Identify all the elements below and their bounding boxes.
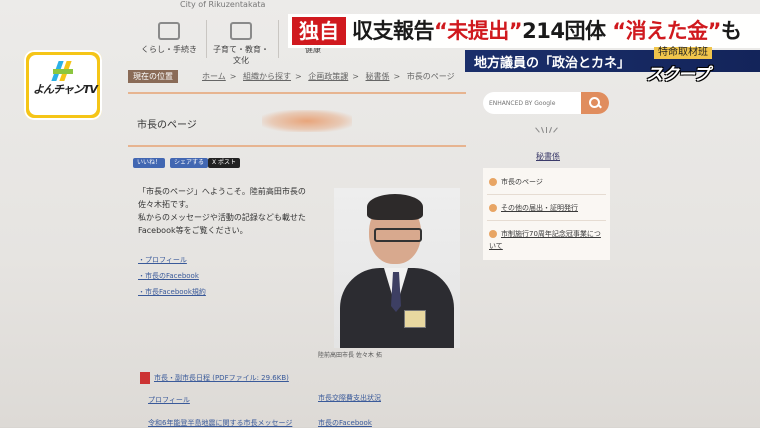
breadcrumb-org[interactable]: 組織から探す bbox=[243, 72, 291, 81]
home-icon bbox=[158, 22, 180, 40]
arrow-icon bbox=[489, 178, 497, 186]
sidebar-divider bbox=[487, 194, 606, 195]
scoop-label: 特命取材班 bbox=[654, 47, 712, 59]
arrow-icon bbox=[489, 230, 497, 238]
exclusive-tag: 独自 bbox=[292, 17, 346, 45]
sidebar-item-label: 市制施行70周年記念冠事業について bbox=[489, 230, 601, 250]
title-rule-top bbox=[128, 92, 466, 94]
breadcrumb-home[interactable]: ホーム bbox=[202, 72, 226, 81]
nav-item-label: くらし・手続き bbox=[141, 45, 197, 54]
sublink-expenses[interactable]: 市長交際費支出状況 bbox=[318, 393, 381, 403]
blurred-region bbox=[262, 110, 352, 132]
sidebar-section-title[interactable]: 秘書係 bbox=[536, 151, 560, 162]
breadcrumb-sep: > bbox=[295, 72, 302, 81]
title-rule-bottom bbox=[128, 145, 466, 147]
pdf-link[interactable]: 市長・副市長日程 (PDFファイル: 29.6KB) bbox=[140, 372, 289, 384]
channel-mark-icon bbox=[51, 61, 75, 83]
sidebar-item-mayor-page[interactable]: 市長のページ bbox=[489, 177, 543, 187]
sidebar-menu: 市長のページ その他の届出・証明発行 市制施行70周年記念冠事業について bbox=[483, 168, 610, 260]
search-input[interactable] bbox=[483, 92, 581, 114]
link-profile[interactable]: ・プロフィール bbox=[138, 252, 206, 268]
arrow-icon bbox=[489, 204, 497, 212]
channel-logo: よんチャンTV bbox=[24, 50, 102, 120]
nav-divider bbox=[206, 20, 207, 58]
family-icon bbox=[230, 22, 252, 40]
scoop-title: スクープ bbox=[646, 65, 710, 85]
headline-part-red: “未提出” bbox=[434, 19, 523, 43]
page-title: 市長のページ bbox=[137, 120, 197, 131]
headline: 収支報告“未提出”214団体 “消えた金”も bbox=[352, 17, 742, 45]
breadcrumb-sep: > bbox=[352, 72, 359, 81]
headline-part: 214団体 bbox=[522, 19, 613, 43]
headline-part: 収支報告 bbox=[352, 19, 435, 43]
mayor-portrait bbox=[334, 188, 460, 348]
breadcrumb-sep: > bbox=[229, 72, 237, 81]
sidebar-item-certificates[interactable]: その他の届出・証明発行 bbox=[489, 203, 578, 213]
breadcrumb-policy[interactable]: 企画政策課 bbox=[308, 72, 348, 81]
headline-part: も bbox=[720, 19, 742, 43]
portrait-badge bbox=[404, 310, 426, 328]
site-city-name: City of Rikuzentakata bbox=[180, 0, 266, 9]
intro-line: 私からのメッセージや活動の記録なども載せたFacebook等をご覧ください。 bbox=[138, 213, 306, 235]
nav-item-label: 子育て・教育・文化 bbox=[213, 45, 269, 65]
pdf-link-label: 市長・副市長日程 (PDFファイル: 29.6KB) bbox=[154, 374, 289, 382]
portrait-glasses bbox=[374, 228, 422, 242]
breadcrumb-tag: 現在の位置 bbox=[128, 70, 178, 83]
nav-item-living[interactable]: くらし・手続き bbox=[138, 22, 200, 55]
sidebar-divider bbox=[487, 220, 606, 221]
pdf-icon bbox=[140, 372, 150, 384]
search-button[interactable] bbox=[581, 92, 609, 114]
link-facebook-terms[interactable]: ・市長Facebook規約 bbox=[138, 284, 206, 300]
headline-part-red: “消えた金” bbox=[612, 19, 721, 43]
breadcrumb-links: ホーム > 組織から探す > 企画政策課 > 秘書係 > 市長のページ bbox=[202, 71, 459, 82]
intro-line: 「市長のページ」へようこそ。陸前高田市長の佐々木拓です。 bbox=[138, 187, 306, 209]
profile-links: ・プロフィール ・市長のFacebook ・市長Facebook規約 bbox=[138, 252, 206, 300]
facebook-share-button[interactable]: シェアする bbox=[170, 158, 209, 168]
search-icon-handle bbox=[597, 103, 602, 109]
breadcrumb-secretary[interactable]: 秘書係 bbox=[366, 72, 390, 81]
intro-text: 「市長のページ」へようこそ。陸前高田市長の佐々木拓です。 私からのメッセージや活… bbox=[138, 185, 318, 237]
sublink-profile[interactable]: プロフィール bbox=[148, 395, 190, 405]
x-post-button[interactable]: X ポスト bbox=[208, 158, 241, 168]
breadcrumb-current: 市長のページ bbox=[406, 72, 455, 81]
portrait-hair bbox=[367, 194, 423, 220]
breadcrumb-sep: > bbox=[393, 72, 401, 81]
sidebar-item-label: その他の届出・証明発行 bbox=[501, 204, 578, 212]
section-emblem-icon bbox=[534, 127, 558, 143]
site-search bbox=[483, 92, 609, 114]
subhead: 地方議員の「政治とカネ」 bbox=[474, 56, 631, 71]
sidebar-item-70th-anniversary[interactable]: 市制施行70周年記念冠事業について bbox=[489, 228, 607, 252]
nav-item-childcare[interactable]: 子育て・教育・文化 bbox=[210, 22, 272, 66]
link-facebook[interactable]: ・市長のFacebook bbox=[138, 268, 206, 284]
channel-logo-text: よんチャンTV bbox=[33, 83, 98, 96]
facebook-like-button[interactable]: いいね！ bbox=[133, 158, 166, 168]
photo-caption: 陸前高田市長 佐々木 拓 bbox=[318, 352, 382, 359]
sidebar-item-label: 市長のページ bbox=[501, 178, 543, 186]
breadcrumb: 現在の位置 ホーム > 組織から探す > 企画政策課 > 秘書係 > 市長のページ bbox=[128, 70, 464, 84]
channel-logo-inner: よんチャンTV bbox=[29, 55, 98, 115]
nav-divider bbox=[278, 20, 279, 58]
